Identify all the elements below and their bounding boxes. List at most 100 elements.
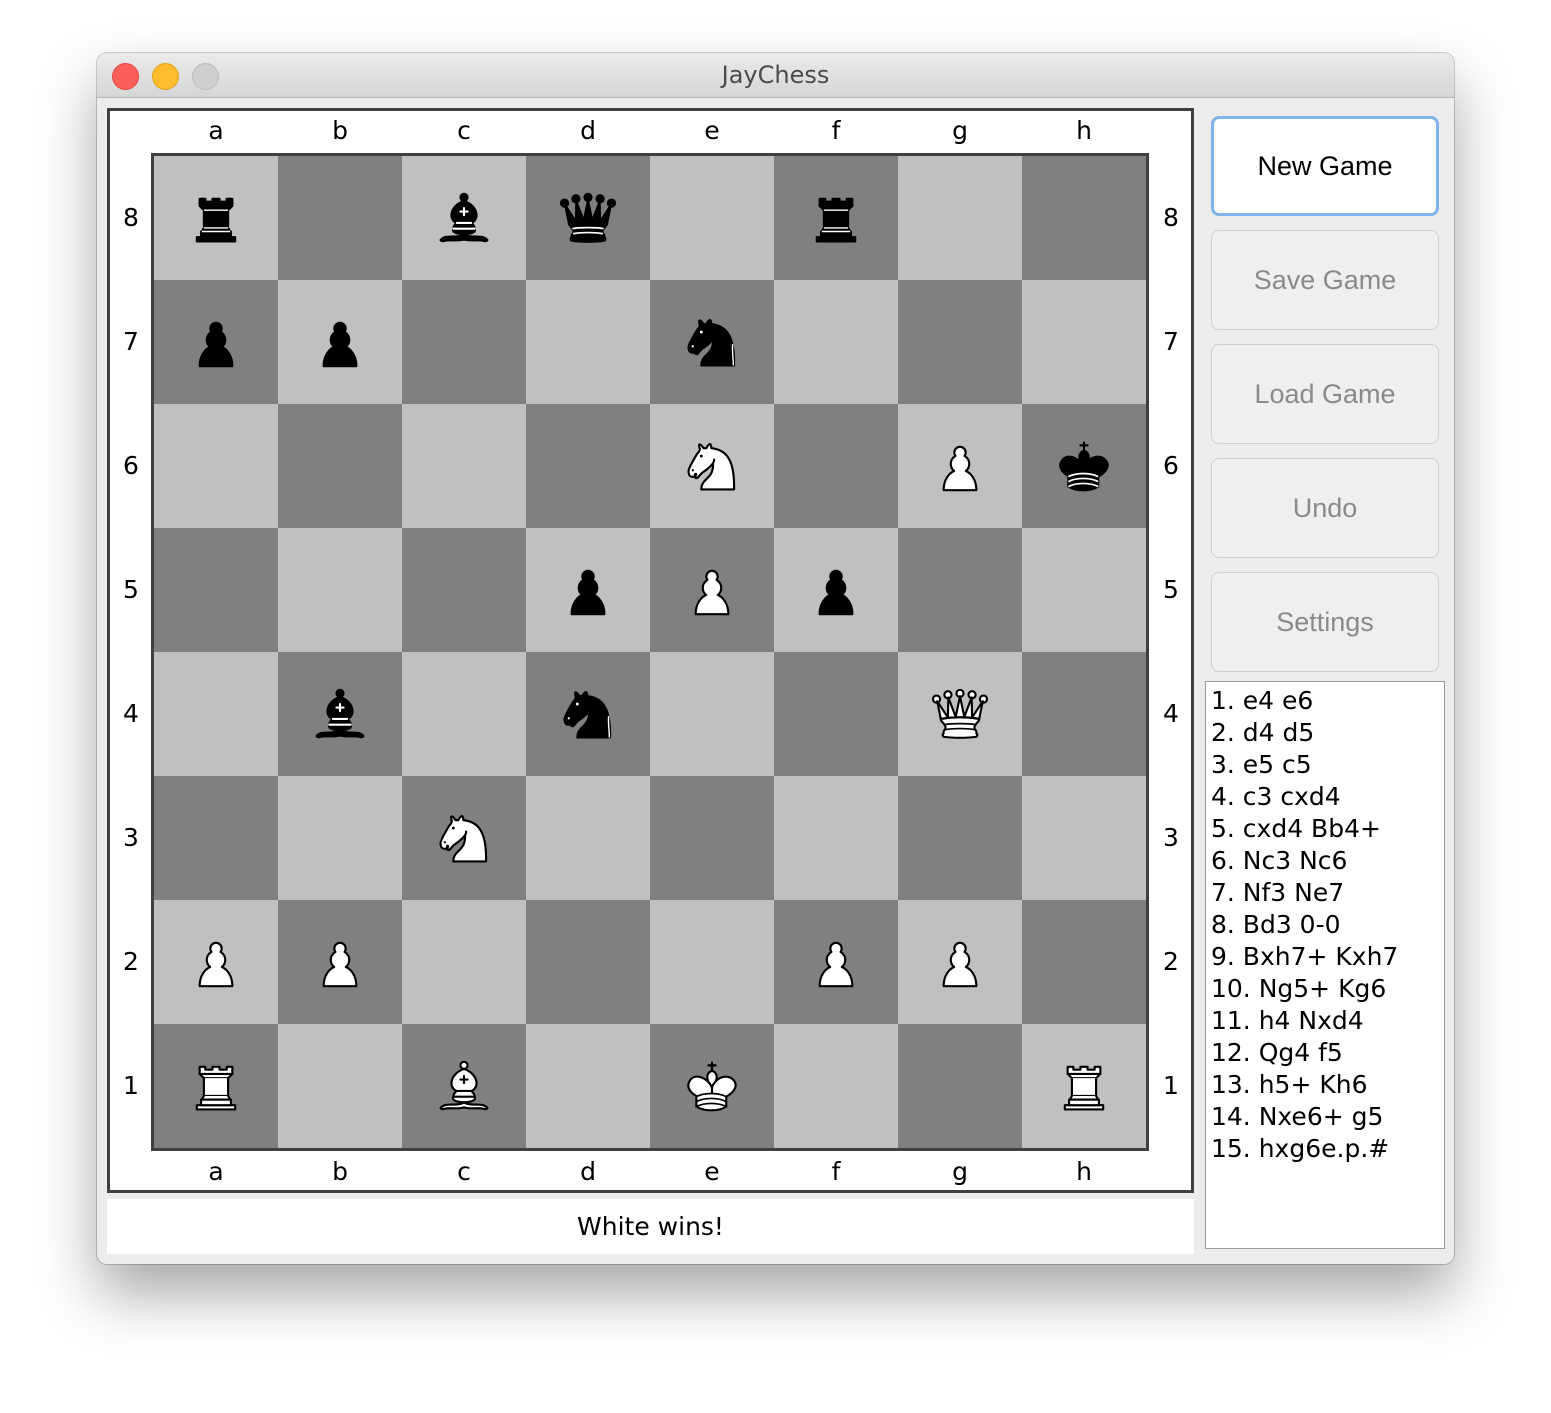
- square-e2[interactable]: [650, 900, 774, 1024]
- load-game-button[interactable]: Load Game: [1211, 344, 1439, 444]
- square-c7[interactable]: [402, 280, 526, 404]
- square-b2[interactable]: [278, 900, 402, 1024]
- file-label-top-b: b: [332, 116, 348, 145]
- white-rook-icon[interactable]: [184, 1054, 248, 1118]
- square-f6[interactable]: [774, 404, 898, 528]
- square-e3[interactable]: [650, 776, 774, 900]
- new-game-button[interactable]: New Game: [1211, 116, 1439, 216]
- square-h2[interactable]: [1022, 900, 1146, 1024]
- square-g5[interactable]: [898, 528, 1022, 652]
- black-knight-icon[interactable]: [680, 310, 744, 374]
- square-a3[interactable]: [154, 776, 278, 900]
- square-a4[interactable]: [154, 652, 278, 776]
- black-pawn-icon[interactable]: [184, 310, 248, 374]
- square-f4[interactable]: [774, 652, 898, 776]
- undo-button[interactable]: Undo: [1211, 458, 1439, 558]
- file-label-top-a: a: [208, 116, 224, 145]
- white-rook-icon[interactable]: [1052, 1054, 1116, 1118]
- black-rook-icon[interactable]: [804, 186, 868, 250]
- white-pawn-icon[interactable]: [308, 930, 372, 994]
- black-pawn-icon[interactable]: [556, 558, 620, 622]
- square-d8[interactable]: [526, 156, 650, 280]
- square-g7[interactable]: [898, 280, 1022, 404]
- black-pawn-icon[interactable]: [804, 558, 868, 622]
- square-e4[interactable]: [650, 652, 774, 776]
- square-e8[interactable]: [650, 156, 774, 280]
- square-g1[interactable]: [898, 1024, 1022, 1148]
- square-h1[interactable]: [1022, 1024, 1146, 1148]
- black-king-icon[interactable]: [1052, 434, 1116, 498]
- move-entry: 15. hxg6e.p.#: [1211, 1134, 1390, 1163]
- square-d4[interactable]: [526, 652, 650, 776]
- black-rook-icon[interactable]: [184, 186, 248, 250]
- square-f1[interactable]: [774, 1024, 898, 1148]
- square-d1[interactable]: [526, 1024, 650, 1148]
- square-g3[interactable]: [898, 776, 1022, 900]
- square-b3[interactable]: [278, 776, 402, 900]
- square-c8[interactable]: [402, 156, 526, 280]
- square-a6[interactable]: [154, 404, 278, 528]
- square-c4[interactable]: [402, 652, 526, 776]
- chess-board[interactable]: [151, 153, 1149, 1151]
- square-a8[interactable]: [154, 156, 278, 280]
- white-bishop-icon[interactable]: [432, 1054, 496, 1118]
- save-game-button[interactable]: Save Game: [1211, 230, 1439, 330]
- square-a1[interactable]: [154, 1024, 278, 1148]
- square-d7[interactable]: [526, 280, 650, 404]
- square-b5[interactable]: [278, 528, 402, 652]
- settings-button[interactable]: Settings: [1211, 572, 1439, 672]
- black-pawn-icon[interactable]: [308, 310, 372, 374]
- white-king-icon[interactable]: [680, 1054, 744, 1118]
- white-knight-icon[interactable]: [680, 434, 744, 498]
- black-bishop-icon[interactable]: [308, 682, 372, 746]
- square-c2[interactable]: [402, 900, 526, 1024]
- square-b6[interactable]: [278, 404, 402, 528]
- black-bishop-icon[interactable]: [432, 186, 496, 250]
- move-list[interactable]: 1. e4 e6 2. d4 d5 3. e5 c5 4. c3 cxd4 5. cxd…: [1205, 681, 1445, 1249]
- square-h5[interactable]: [1022, 528, 1146, 652]
- square-f3[interactable]: [774, 776, 898, 900]
- square-f2[interactable]: [774, 900, 898, 1024]
- square-f7[interactable]: [774, 280, 898, 404]
- square-g8[interactable]: [898, 156, 1022, 280]
- square-c6[interactable]: [402, 404, 526, 528]
- white-pawn-icon[interactable]: [184, 930, 248, 994]
- square-b4[interactable]: [278, 652, 402, 776]
- square-f5[interactable]: [774, 528, 898, 652]
- square-d6[interactable]: [526, 404, 650, 528]
- white-pawn-icon[interactable]: [928, 434, 992, 498]
- square-a2[interactable]: [154, 900, 278, 1024]
- square-e6[interactable]: [650, 404, 774, 528]
- square-h7[interactable]: [1022, 280, 1146, 404]
- square-c3[interactable]: [402, 776, 526, 900]
- square-a5[interactable]: [154, 528, 278, 652]
- square-f8[interactable]: [774, 156, 898, 280]
- white-knight-icon[interactable]: [432, 806, 496, 870]
- square-d5[interactable]: [526, 528, 650, 652]
- white-queen-icon[interactable]: [928, 682, 992, 746]
- white-pawn-icon[interactable]: [804, 930, 868, 994]
- square-b8[interactable]: [278, 156, 402, 280]
- square-g6[interactable]: [898, 404, 1022, 528]
- square-h3[interactable]: [1022, 776, 1146, 900]
- black-knight-icon[interactable]: [556, 682, 620, 746]
- white-pawn-icon[interactable]: [928, 930, 992, 994]
- black-queen-icon[interactable]: [556, 186, 620, 250]
- square-c5[interactable]: [402, 528, 526, 652]
- square-h8[interactable]: [1022, 156, 1146, 280]
- square-e1[interactable]: [650, 1024, 774, 1148]
- square-d2[interactable]: [526, 900, 650, 1024]
- square-e5[interactable]: [650, 528, 774, 652]
- square-b7[interactable]: [278, 280, 402, 404]
- square-b1[interactable]: [278, 1024, 402, 1148]
- square-h4[interactable]: [1022, 652, 1146, 776]
- square-h6[interactable]: [1022, 404, 1146, 528]
- file-label-top-g: g: [952, 116, 968, 145]
- square-c1[interactable]: [402, 1024, 526, 1148]
- white-pawn-icon[interactable]: [680, 558, 744, 622]
- square-g2[interactable]: [898, 900, 1022, 1024]
- square-d3[interactable]: [526, 776, 650, 900]
- square-a7[interactable]: [154, 280, 278, 404]
- square-g4[interactable]: [898, 652, 1022, 776]
- square-e7[interactable]: [650, 280, 774, 404]
